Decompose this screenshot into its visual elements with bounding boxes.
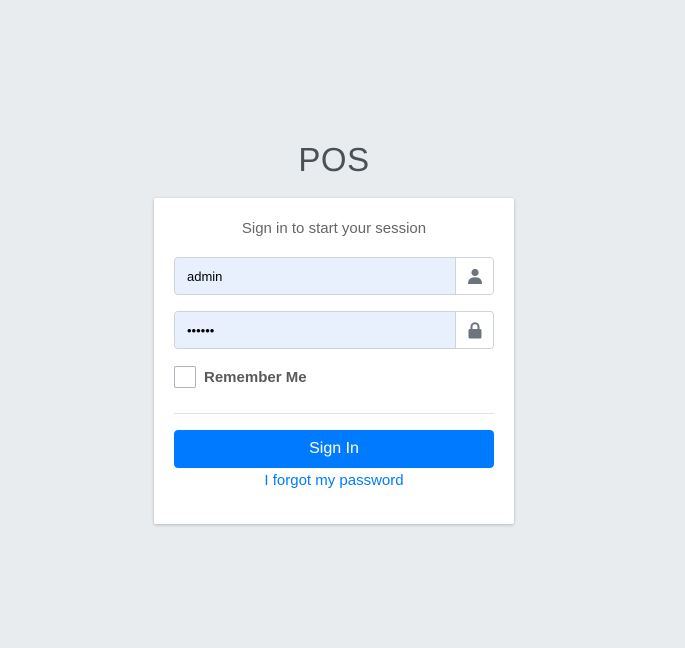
user-icon <box>467 268 482 284</box>
remember-checkbox[interactable] <box>174 366 196 388</box>
login-message: Sign in to start your session <box>241 220 427 237</box>
username-input[interactable] <box>175 258 455 294</box>
remember-label[interactable]: Remember Me <box>204 369 307 386</box>
password-group <box>174 311 494 349</box>
password-input[interactable] <box>175 312 455 348</box>
forgot-password-link[interactable]: I forgot my password <box>174 472 494 489</box>
divider <box>174 413 494 414</box>
username-addon <box>455 258 493 294</box>
lock-icon <box>468 321 481 338</box>
password-addon <box>455 312 493 348</box>
login-card: Sign in to start your session Remembe <box>154 198 514 524</box>
sign-in-button[interactable]: Sign In <box>174 430 494 468</box>
login-box: POS Sign in to start your session admin … <box>154 138 514 524</box>
remember-row: Remember Me <box>174 365 494 389</box>
app-logo: POS <box>298 141 370 178</box>
username-group <box>174 257 494 295</box>
